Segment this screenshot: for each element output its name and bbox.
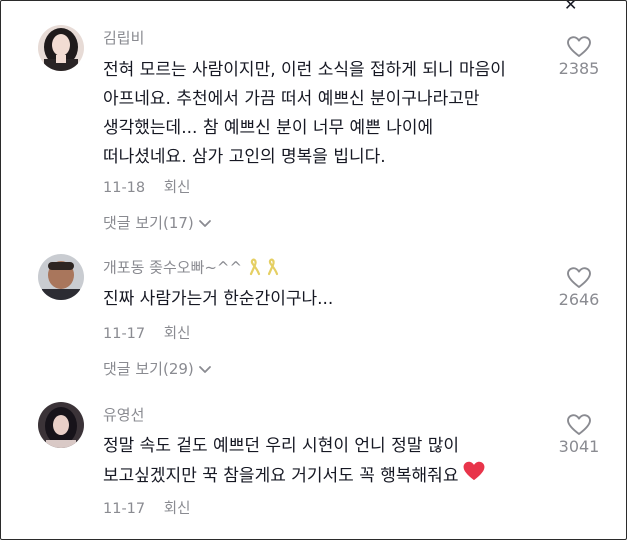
comment-author[interactable]: 김립비	[103, 27, 144, 48]
comment-meta: 11-18 회신	[103, 176, 190, 197]
comment-date: 11-17	[103, 326, 146, 342]
view-replies-button[interactable]: 댓글 보기(29)	[103, 358, 212, 379]
view-replies-button[interactable]: 댓글 보기(17)	[103, 212, 212, 233]
comment-meta: 11-17 회신	[103, 497, 190, 518]
like-count: 2646	[558, 290, 600, 309]
chevron-down-icon	[198, 215, 212, 233]
comment-author[interactable]: 개포동 좆수오빠~^^	[103, 256, 285, 280]
comment-line-text: 보고싶겠지만 꾹 참을게요 거기서도 꼭 행복해줘요	[103, 466, 459, 486]
heart-outline-icon	[553, 267, 605, 289]
comment-meta: 11-17 회신	[103, 322, 190, 343]
comment-date: 11-18	[103, 180, 146, 196]
yellow-ribbon-icon	[245, 256, 285, 280]
comment-line: 떠나셨네요. 삼가 고인의 명복을 빕니다.	[103, 147, 386, 167]
like-button[interactable]: 3041	[553, 414, 605, 456]
comment-line: 생각했는데... 참 예쁘신 분이 너무 예쁜 나이에	[103, 118, 434, 138]
heart-outline-icon	[553, 414, 605, 436]
like-button[interactable]: 2385	[553, 36, 605, 78]
view-replies-label: 댓글 보기(17)	[103, 214, 194, 232]
comment-line: 진짜 사람가는거 한순간이구나...	[103, 289, 334, 309]
like-button[interactable]: 2646	[553, 267, 605, 309]
avatar[interactable]	[38, 402, 84, 448]
comment-date: 11-17	[103, 501, 146, 517]
comment-line: 아프네요. 추천에서 가끔 떠서 예쁘신 분이구나라고만	[103, 89, 480, 109]
red-heart-emoji	[463, 461, 485, 491]
like-count: 2385	[558, 59, 600, 78]
chevron-down-icon	[198, 361, 212, 379]
comment-text: 진짜 사람가는거 한순간이구나...	[103, 285, 553, 314]
reply-button[interactable]: 회신	[164, 501, 191, 517]
avatar[interactable]	[38, 254, 84, 300]
comment-line: 보고싶겠지만 꾹 참을게요 거기서도 꼭 행복해줘요	[103, 461, 553, 491]
comment-line: 정말 속도 겉도 예쁘던 우리 시현이 언니 정말 많이	[103, 436, 460, 456]
comment-text: 정말 속도 겉도 예쁘던 우리 시현이 언니 정말 많이 보고싶겠지만 꾹 참을…	[103, 432, 553, 491]
avatar[interactable]	[38, 25, 84, 71]
comment-line: 전혀 모르는 사람이지만, 이런 소식을 접하게 되니 마음이	[103, 60, 506, 80]
comment-author-name: 개포동 좆수오빠~^^	[103, 258, 243, 277]
heart-outline-icon	[553, 36, 605, 58]
comment-author[interactable]: 유영선	[103, 404, 144, 425]
view-replies-label: 댓글 보기(29)	[103, 360, 194, 378]
like-count: 3041	[558, 437, 600, 456]
reply-button[interactable]: 회신	[164, 326, 191, 342]
comment-text: 전혀 모르는 사람이지만, 이런 소식을 접하게 되니 마음이 아프네요. 추천…	[103, 56, 553, 172]
comment-panel: ✕ 김립비 전혀 모르는 사람이지만, 이런 소식을 접하게 되니 마음이 아프…	[0, 0, 627, 540]
close-icon[interactable]: ✕	[564, 1, 577, 14]
reply-button[interactable]: 회신	[164, 180, 191, 196]
